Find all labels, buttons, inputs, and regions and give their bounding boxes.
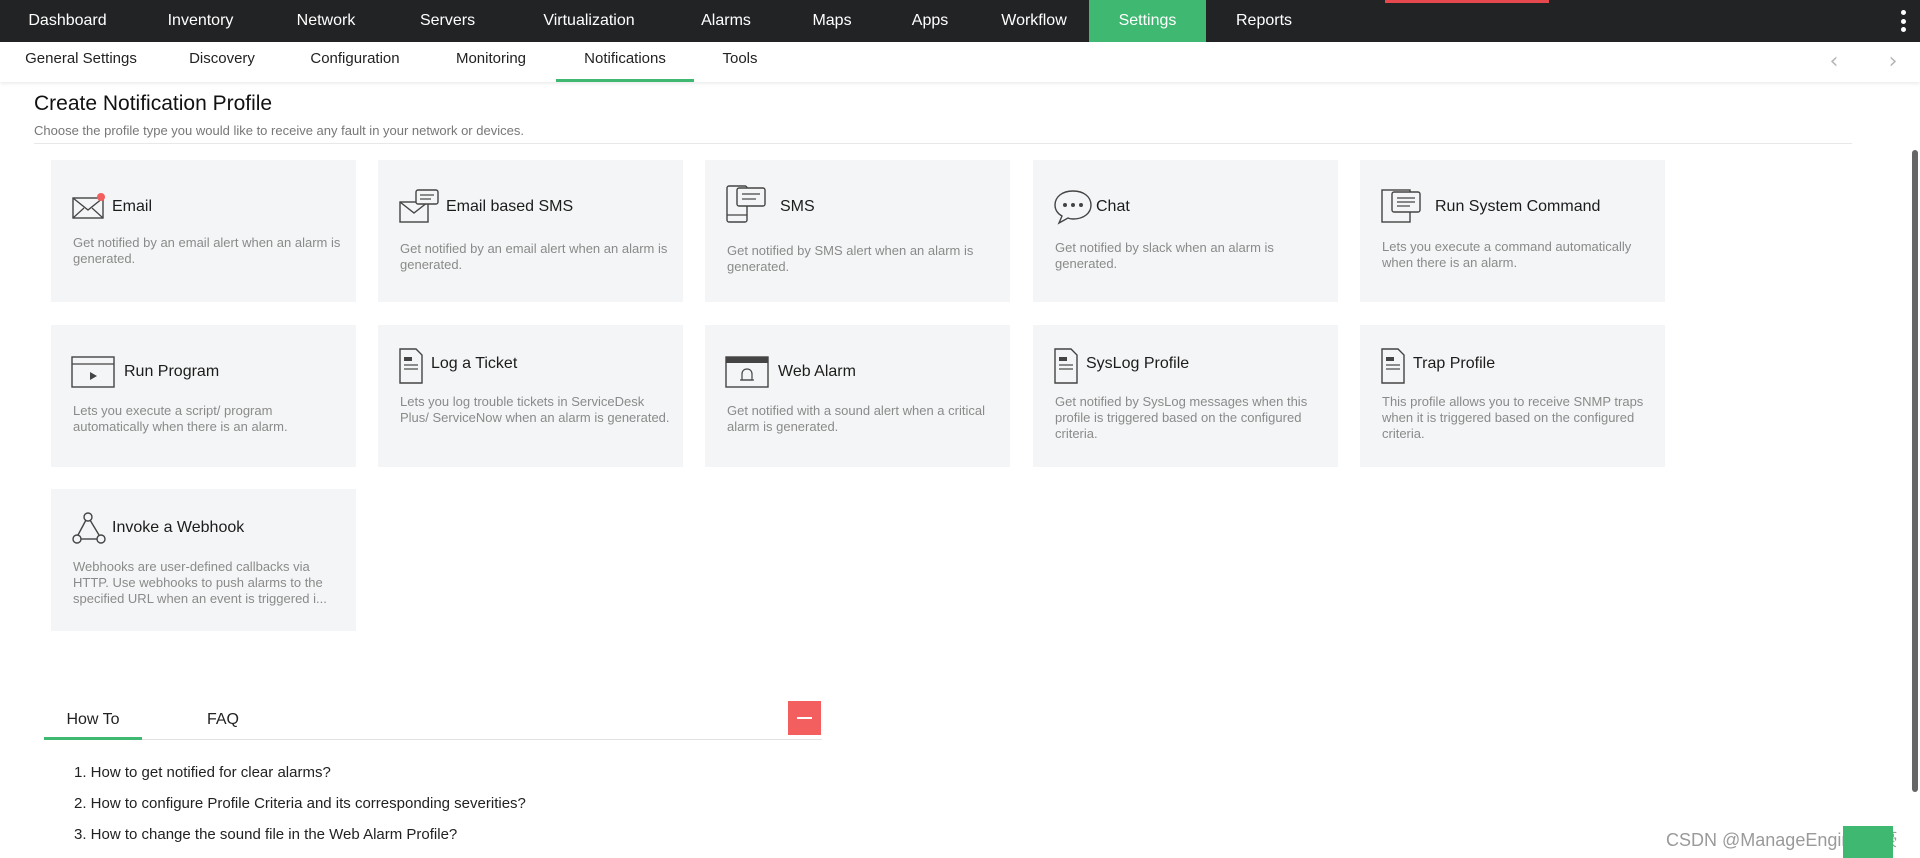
- nav-settings[interactable]: Settings: [1089, 0, 1206, 42]
- profile-card-description: Get notified by an email alert when an a…: [73, 235, 341, 266]
- profile-card-description: This profile allows you to receive SNMP …: [1382, 394, 1644, 441]
- profile-card-description: Get notified by an email alert when an a…: [400, 241, 668, 272]
- profile-card-syslog[interactable]: SysLog Profile Get notified by SysLog me…: [1033, 325, 1338, 467]
- system-command-icon: [1381, 189, 1421, 223]
- profile-card-title: SysLog Profile: [1086, 355, 1190, 372]
- list-item[interactable]: 3. How to change the sound file in the W…: [74, 824, 526, 855]
- more-vertical-icon[interactable]: [1898, 10, 1908, 32]
- run-program-icon: [71, 356, 115, 388]
- header-divider: [34, 143, 1852, 144]
- chevron-right-icon[interactable]: ›: [1883, 50, 1903, 74]
- subnav-tools[interactable]: Tools: [714, 42, 766, 82]
- subnav-configuration[interactable]: Configuration: [302, 42, 408, 82]
- profile-card-sms[interactable]: SMS Get notified by SMS alert when an al…: [705, 160, 1010, 302]
- minus-icon: [797, 717, 812, 719]
- profile-card-email-sms[interactable]: Email based SMS Get notified by an email…: [378, 160, 683, 302]
- nav-workflow[interactable]: Workflow: [979, 0, 1089, 42]
- subnav-general-settings[interactable]: General Settings: [14, 42, 148, 82]
- profile-card-run-program[interactable]: Run Program Lets you execute a script/ p…: [51, 325, 356, 467]
- profile-card-title: Invoke a Webhook: [112, 519, 245, 536]
- profile-card-log-ticket[interactable]: Log a Ticket Lets you log trouble ticket…: [378, 325, 683, 467]
- nav-servers[interactable]: Servers: [386, 0, 509, 42]
- alert-strip: [1385, 0, 1549, 3]
- subnav-monitoring[interactable]: Monitoring: [448, 42, 534, 82]
- chat-button[interactable]: [1843, 826, 1893, 858]
- collapse-button[interactable]: [788, 701, 821, 735]
- profile-card-description: Lets you execute a script/ program autom…: [73, 403, 288, 434]
- email-sms-icon: [399, 189, 439, 223]
- profile-card-email[interactable]: Email Get notified by an email alert whe…: [51, 160, 356, 302]
- profile-card-title: Trap Profile: [1413, 355, 1496, 372]
- profile-card-description: Get notified with a sound alert when a c…: [727, 403, 985, 434]
- vertical-scrollbar[interactable]: [1912, 150, 1918, 792]
- tab-how-to[interactable]: How To: [44, 700, 142, 740]
- profile-card-description: Lets you execute a command automatically…: [1382, 239, 1632, 270]
- page-title: Create Notification Profile: [34, 92, 273, 115]
- main-menu: Dashboard Inventory Network Servers Virt…: [0, 0, 1322, 42]
- top-navigation-bar: Dashboard Inventory Network Servers Virt…: [0, 0, 1920, 42]
- profile-card-title: Run System Command: [1435, 198, 1601, 215]
- profile-card-title: Web Alarm: [778, 363, 856, 380]
- profile-card-title: Email based SMS: [446, 198, 574, 215]
- profile-card-title: Log a Ticket: [431, 355, 518, 372]
- profile-card-description: Get notified by slack when an alarm is g…: [1055, 240, 1274, 271]
- web-alarm-icon: [725, 356, 769, 388]
- profile-card-run-system-command[interactable]: Run System Command Lets you execute a co…: [1360, 160, 1665, 302]
- profile-card-description: Lets you log trouble tickets in ServiceD…: [400, 394, 670, 425]
- tab-faq[interactable]: FAQ: [182, 700, 264, 740]
- profile-card-webhook[interactable]: Invoke a Webhook Webhooks are user-defin…: [51, 489, 356, 631]
- profile-card-title: SMS: [780, 198, 815, 215]
- sms-icon: [726, 185, 766, 223]
- profile-card-trap[interactable]: Trap Profile This profile allows you to …: [1360, 325, 1665, 467]
- nav-virtualization[interactable]: Virtualization: [509, 0, 669, 42]
- nav-reports[interactable]: Reports: [1206, 0, 1322, 42]
- list-item[interactable]: 2. How to configure Profile Criteria and…: [74, 793, 526, 824]
- profile-card-title: Chat: [1096, 198, 1130, 215]
- chevron-left-icon[interactable]: ‹: [1824, 50, 1844, 74]
- page-subtitle: Choose the profile type you would like t…: [34, 123, 524, 138]
- how-to-list: 1. How to get notified for clear alarms?…: [74, 762, 526, 855]
- profile-card-description: Webhooks are user-defined callbacks via …: [73, 559, 327, 606]
- nav-inventory[interactable]: Inventory: [135, 0, 266, 42]
- profile-card-description: Get notified by SysLog messages when thi…: [1055, 394, 1308, 441]
- nav-maps[interactable]: Maps: [783, 0, 881, 42]
- profile-card-web-alarm[interactable]: Web Alarm Get notified with a sound aler…: [705, 325, 1010, 467]
- nav-alarms[interactable]: Alarms: [669, 0, 783, 42]
- chat-icon: [1054, 190, 1092, 225]
- profile-card-description: Get notified by SMS alert when an alarm …: [727, 243, 974, 274]
- settings-subnav: General Settings Discovery Configuration…: [0, 42, 1920, 82]
- nav-network[interactable]: Network: [266, 0, 386, 42]
- email-icon: [72, 193, 105, 219]
- profile-card-title: Run Program: [124, 363, 220, 380]
- nav-dashboard[interactable]: Dashboard: [0, 0, 135, 42]
- subnav-notifications[interactable]: Notifications: [556, 42, 694, 82]
- help-tabs: How To FAQ: [44, 700, 822, 740]
- nav-apps[interactable]: Apps: [881, 0, 979, 42]
- webhook-icon: [72, 512, 106, 544]
- list-item[interactable]: 1. How to get notified for clear alarms?: [74, 762, 526, 793]
- subnav-discovery[interactable]: Discovery: [180, 42, 264, 82]
- profile-card-chat[interactable]: Chat Get notified by slack when an alarm…: [1033, 160, 1338, 302]
- profile-card-title: Email: [112, 198, 153, 215]
